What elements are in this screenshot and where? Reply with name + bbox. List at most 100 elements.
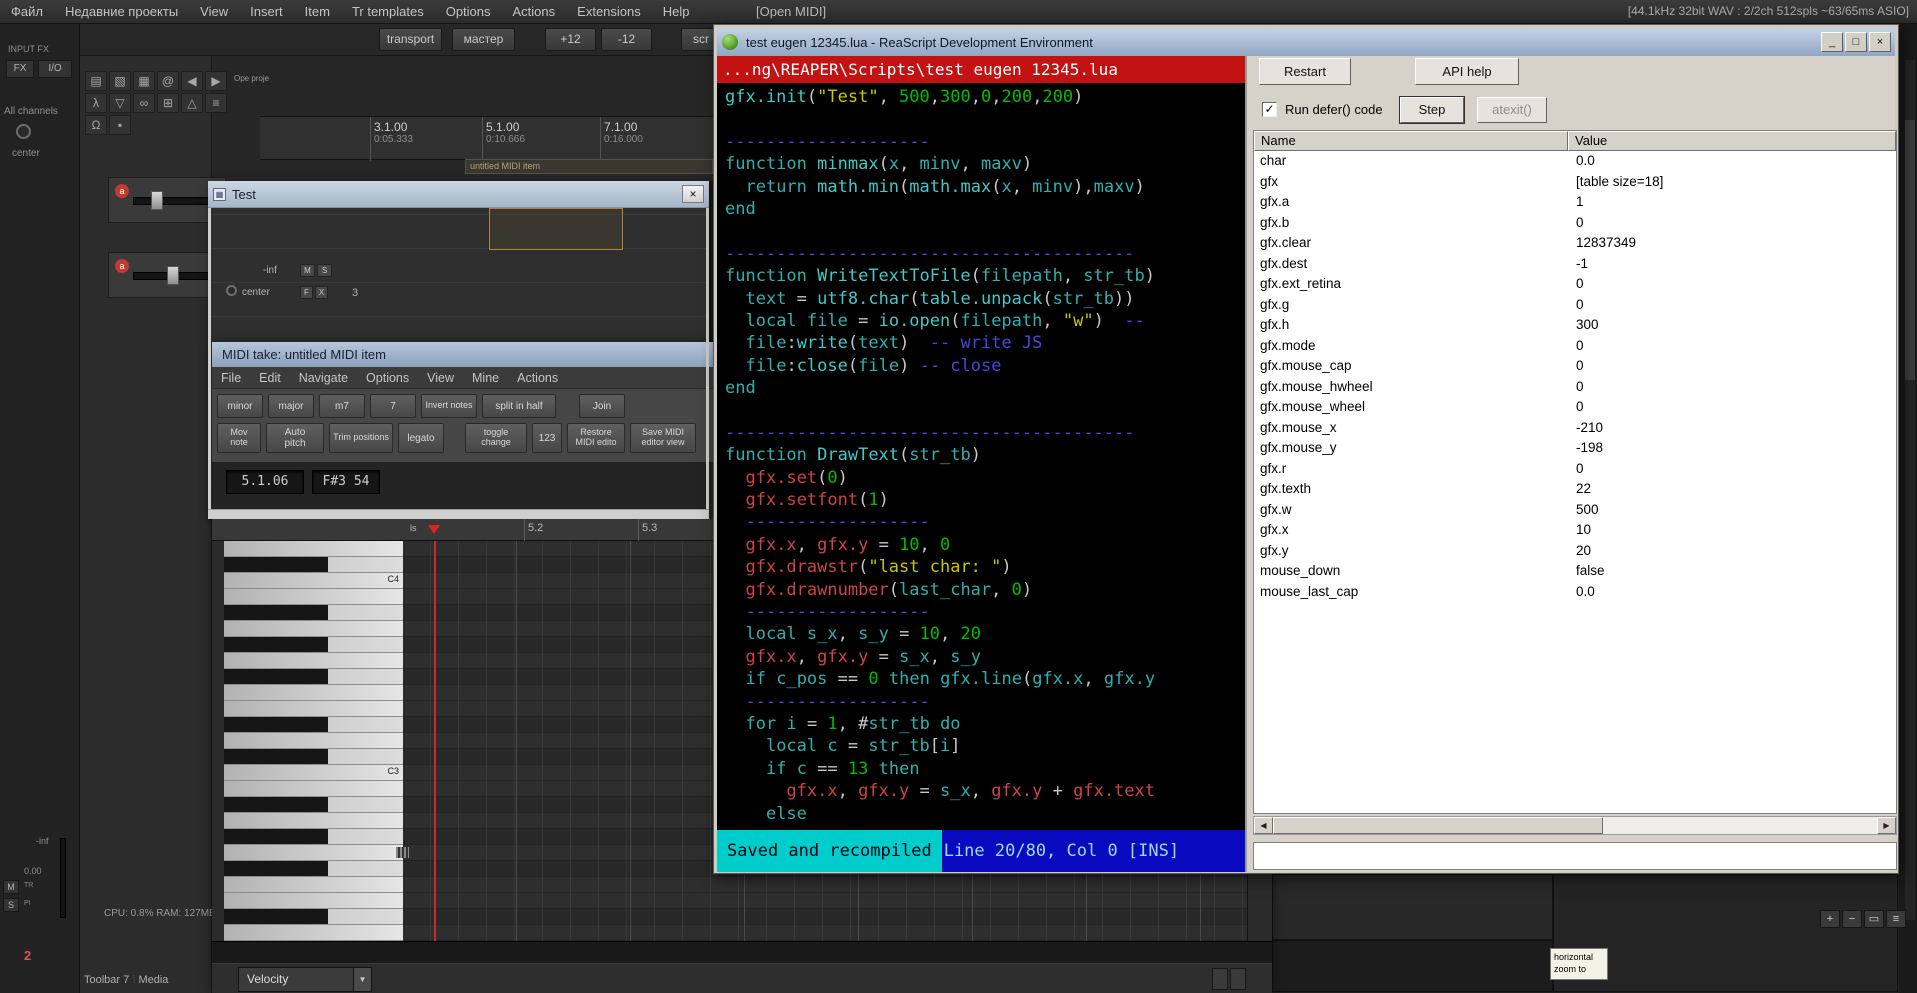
code-line[interactable]: ----------------------------------------: [725, 243, 1245, 265]
table-row[interactable]: gfx.ext_retina 0: [1254, 274, 1896, 295]
maximize-icon[interactable]: □: [1845, 32, 1867, 52]
cc-lane-select[interactable]: Velocity ▼: [238, 967, 372, 992]
table-row[interactable]: gfx.y 20: [1254, 541, 1896, 562]
open-project-icon[interactable]: ▧: [109, 71, 131, 91]
menu-item-actions[interactable]: Actions: [502, 0, 567, 23]
white-key[interactable]: [224, 701, 403, 717]
restart-button[interactable]: Restart: [1259, 58, 1351, 85]
code-line[interactable]: gfx.x, gfx.y = 10, 0: [725, 534, 1245, 556]
white-key[interactable]: [224, 541, 403, 557]
lane-add-button[interactable]: [1212, 968, 1228, 990]
table-row[interactable]: gfx.mouse_y -198: [1254, 438, 1896, 459]
black-key[interactable]: [224, 797, 403, 813]
code-line[interactable]: local file = io.open(filepath, "w") --: [725, 310, 1245, 332]
code-line[interactable]: ------------------: [725, 601, 1245, 623]
table-row[interactable]: gfx.clear 12837349: [1254, 233, 1896, 254]
menu-item-extensions[interactable]: Extensions: [566, 0, 652, 23]
mute-button[interactable]: M: [3, 880, 19, 894]
dropdown-arrow-icon[interactable]: ▼: [353, 968, 371, 991]
table-row[interactable]: gfx.mode 0: [1254, 336, 1896, 357]
code-line[interactable]: ------------------: [725, 691, 1245, 713]
black-key[interactable]: [224, 909, 403, 925]
atexit-button[interactable]: atexit(): [1477, 97, 1547, 123]
record-arm-icon[interactable]: a: [115, 184, 129, 198]
menu-item-options[interactable]: Options: [435, 0, 502, 23]
attach-icon[interactable]: @: [157, 71, 179, 91]
white-key[interactable]: [224, 685, 403, 701]
white-key[interactable]: [224, 893, 403, 909]
code-line[interactable]: if c == 13 then: [725, 758, 1245, 780]
code-line[interactable]: gfx.drawstr("last char: "): [725, 556, 1245, 578]
scrollbar-track[interactable]: [1905, 60, 1915, 920]
volume-fader-handle[interactable]: [167, 266, 179, 285]
code-line[interactable]: if c_pos == 0 then gfx.line(gfx.x, gfx.y: [725, 668, 1245, 690]
watch-horizontal-scrollbar[interactable]: ◀ ▶: [1253, 816, 1897, 835]
black-key[interactable]: [224, 637, 403, 653]
tab-toolbar7[interactable]: Toolbar 7: [84, 974, 129, 986]
menu-item-недавние-проекты[interactable]: Недавние проекты: [54, 0, 189, 23]
redo-icon[interactable]: ▶: [205, 71, 227, 91]
midi-tb-major[interactable]: major: [268, 394, 314, 418]
midi-tb-trim-positions[interactable]: Trim positions: [329, 423, 393, 453]
white-key[interactable]: [224, 813, 403, 829]
black-key[interactable]: [224, 669, 403, 685]
midi-item-block[interactable]: untitled MIDI item: [465, 159, 713, 174]
code-line[interactable]: gfx.x, gfx.y = s_x, gfx.y + gfx.text: [725, 780, 1245, 802]
midi-tb-auto-pitch[interactable]: Auto pitch: [266, 423, 324, 453]
envelope-icon[interactable]: △: [181, 93, 203, 113]
grid-icon[interactable]: ⊞: [157, 93, 179, 113]
table-row[interactable]: gfx.g 0: [1254, 295, 1896, 316]
code-line[interactable]: --------------------: [725, 131, 1245, 153]
white-key[interactable]: C4: [224, 573, 403, 589]
pan-knob[interactable]: [16, 124, 31, 139]
step-button[interactable]: Step: [1400, 97, 1464, 123]
scrollbar-thumb[interactable]: [1273, 817, 1603, 834]
lane-remove-button[interactable]: [1230, 968, 1246, 990]
column-header-value[interactable]: Value: [1568, 131, 1896, 151]
code-line[interactable]: function WriteTextToFile(filepath, str_t…: [725, 265, 1245, 287]
code-line[interactable]: function DrawText(str_tb): [725, 444, 1245, 466]
black-key[interactable]: [224, 557, 403, 573]
code-line[interactable]: file:close(file) -- close: [725, 355, 1245, 377]
new-project-icon[interactable]: ▤: [85, 71, 107, 91]
zoom-in-icon[interactable]: +: [1820, 910, 1840, 928]
link-icon[interactable]: ∞: [133, 93, 155, 113]
midi-menu-file[interactable]: File: [212, 367, 250, 389]
code-line[interactable]: gfx.setfont(1): [725, 489, 1245, 511]
lines-icon[interactable]: ≡: [205, 93, 227, 113]
toolbar-button-мастер[interactable]: мастер: [452, 28, 515, 51]
midi-tb-legato[interactable]: legato: [398, 423, 444, 453]
code-line[interactable]: return math.min(math.max(x, minv),maxv): [725, 176, 1245, 198]
white-key[interactable]: [224, 733, 403, 749]
table-row[interactable]: gfx.mouse_x -210: [1254, 418, 1896, 439]
black-key[interactable]: [224, 605, 403, 621]
code-line[interactable]: [725, 220, 1245, 242]
scroll-left-icon[interactable]: ◀: [1254, 817, 1273, 834]
test-window-titlebar[interactable]: ▦ Test ×: [208, 181, 709, 208]
black-key[interactable]: [224, 829, 403, 845]
table-row[interactable]: mouse_last_cap 0.0: [1254, 582, 1896, 603]
midi-menu-view[interactable]: View: [418, 367, 463, 389]
table-row[interactable]: gfx.mouse_wheel 0: [1254, 397, 1896, 418]
solo-button[interactable]: S: [3, 898, 19, 912]
open-project-button[interactable]: Ope proje: [234, 74, 276, 84]
white-key[interactable]: [224, 781, 403, 797]
dots-icon[interactable]: ▪: [109, 115, 131, 135]
white-key[interactable]: [224, 621, 403, 637]
scrollbar-thumb[interactable]: [1905, 120, 1915, 380]
white-key[interactable]: [224, 589, 403, 605]
code-line[interactable]: else: [725, 803, 1245, 825]
snap-icon[interactable]: Ω: [85, 115, 107, 135]
white-key[interactable]: [224, 845, 403, 861]
table-row[interactable]: gfx.mouse_hwheel 0: [1254, 377, 1896, 398]
close-icon[interactable]: ×: [1869, 32, 1891, 52]
code-line[interactable]: ------------------: [725, 511, 1245, 533]
midi-tb-save-midi-editor-view[interactable]: Save MIDI editor view: [630, 423, 696, 453]
toolbar-button-transport[interactable]: transport: [379, 28, 442, 51]
menu-item-help[interactable]: Help: [652, 0, 701, 23]
menu-item-insert[interactable]: Insert: [239, 0, 294, 23]
menu-item-файл[interactable]: Файл: [0, 0, 54, 23]
screen-right-scrollbar[interactable]: [1899, 0, 1917, 993]
midi-tb-toggle-change[interactable]: toggle change: [465, 423, 527, 453]
code-line[interactable]: [725, 399, 1245, 421]
